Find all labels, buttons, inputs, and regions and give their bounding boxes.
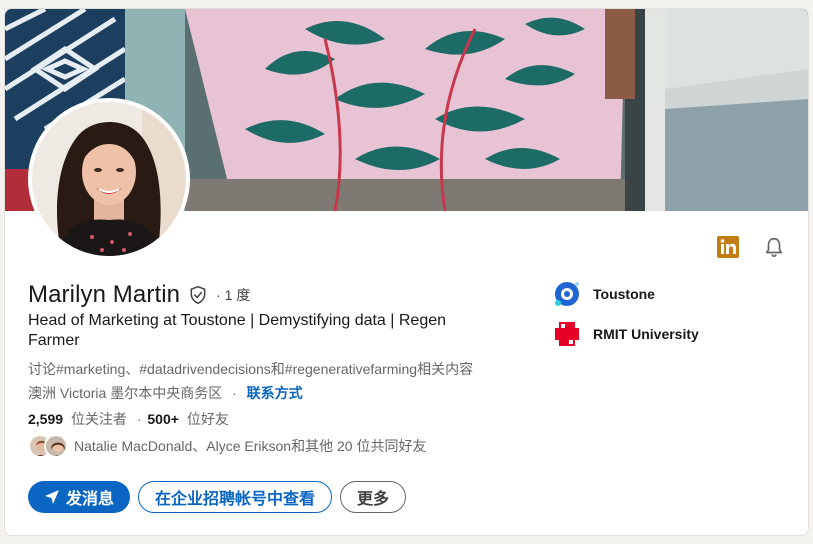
linkedin-icon[interactable] bbox=[716, 235, 740, 259]
paper-plane-icon bbox=[44, 489, 60, 505]
rmit-logo bbox=[553, 320, 581, 348]
message-button-label: 发消息 bbox=[66, 491, 115, 508]
mutual-connections[interactable]: Natalie MacDonald、Alyce Erikson和其他 20 位共… bbox=[28, 434, 426, 458]
connections-label[interactable]: 位好友 bbox=[187, 411, 229, 427]
followers-count: 2,599 bbox=[28, 411, 64, 427]
followers-label: 位关注者 bbox=[70, 411, 127, 427]
org-name: Toustone bbox=[593, 286, 655, 302]
profile-avatar[interactable] bbox=[28, 98, 190, 260]
verified-shield-icon[interactable] bbox=[188, 285, 208, 305]
toustone-logo bbox=[553, 280, 581, 308]
connections-count[interactable]: 500+ bbox=[147, 411, 179, 427]
stats-separator: · bbox=[136, 411, 142, 427]
profile-location: 澳洲 Victoria 墨尔本中央商务区 bbox=[28, 385, 223, 401]
location-separator: · bbox=[232, 385, 237, 401]
bell-icon[interactable] bbox=[762, 235, 786, 259]
org-item-toustone[interactable]: Toustone bbox=[553, 280, 655, 308]
profile-headline: Head of Marketing at Toustone | Demystif… bbox=[28, 312, 447, 349]
mutual-connections-text: Natalie MacDonald、Alyce Erikson和其他 20 位共… bbox=[74, 438, 427, 454]
recruiter-view-button[interactable]: 在企业招聘帐号中查看 bbox=[138, 481, 333, 513]
org-name: RMIT University bbox=[593, 326, 699, 342]
message-button[interactable]: 发消息 bbox=[28, 481, 131, 513]
mutual-avatar bbox=[44, 434, 68, 458]
profile-topics: 讨论#marketing、#datadrivendecisions和#regen… bbox=[28, 361, 474, 377]
org-item-rmit[interactable]: RMIT University bbox=[553, 320, 699, 348]
profile-card: Marilyn Martin · 1 度 Head of Marketing a… bbox=[4, 8, 809, 536]
more-button[interactable]: 更多 bbox=[340, 481, 407, 513]
avatar-photo bbox=[32, 102, 186, 256]
contact-info-link[interactable]: 联系方式 bbox=[247, 385, 303, 401]
profile-name: Marilyn Martin bbox=[28, 281, 181, 308]
connection-degree: · 1 度 bbox=[216, 287, 251, 303]
